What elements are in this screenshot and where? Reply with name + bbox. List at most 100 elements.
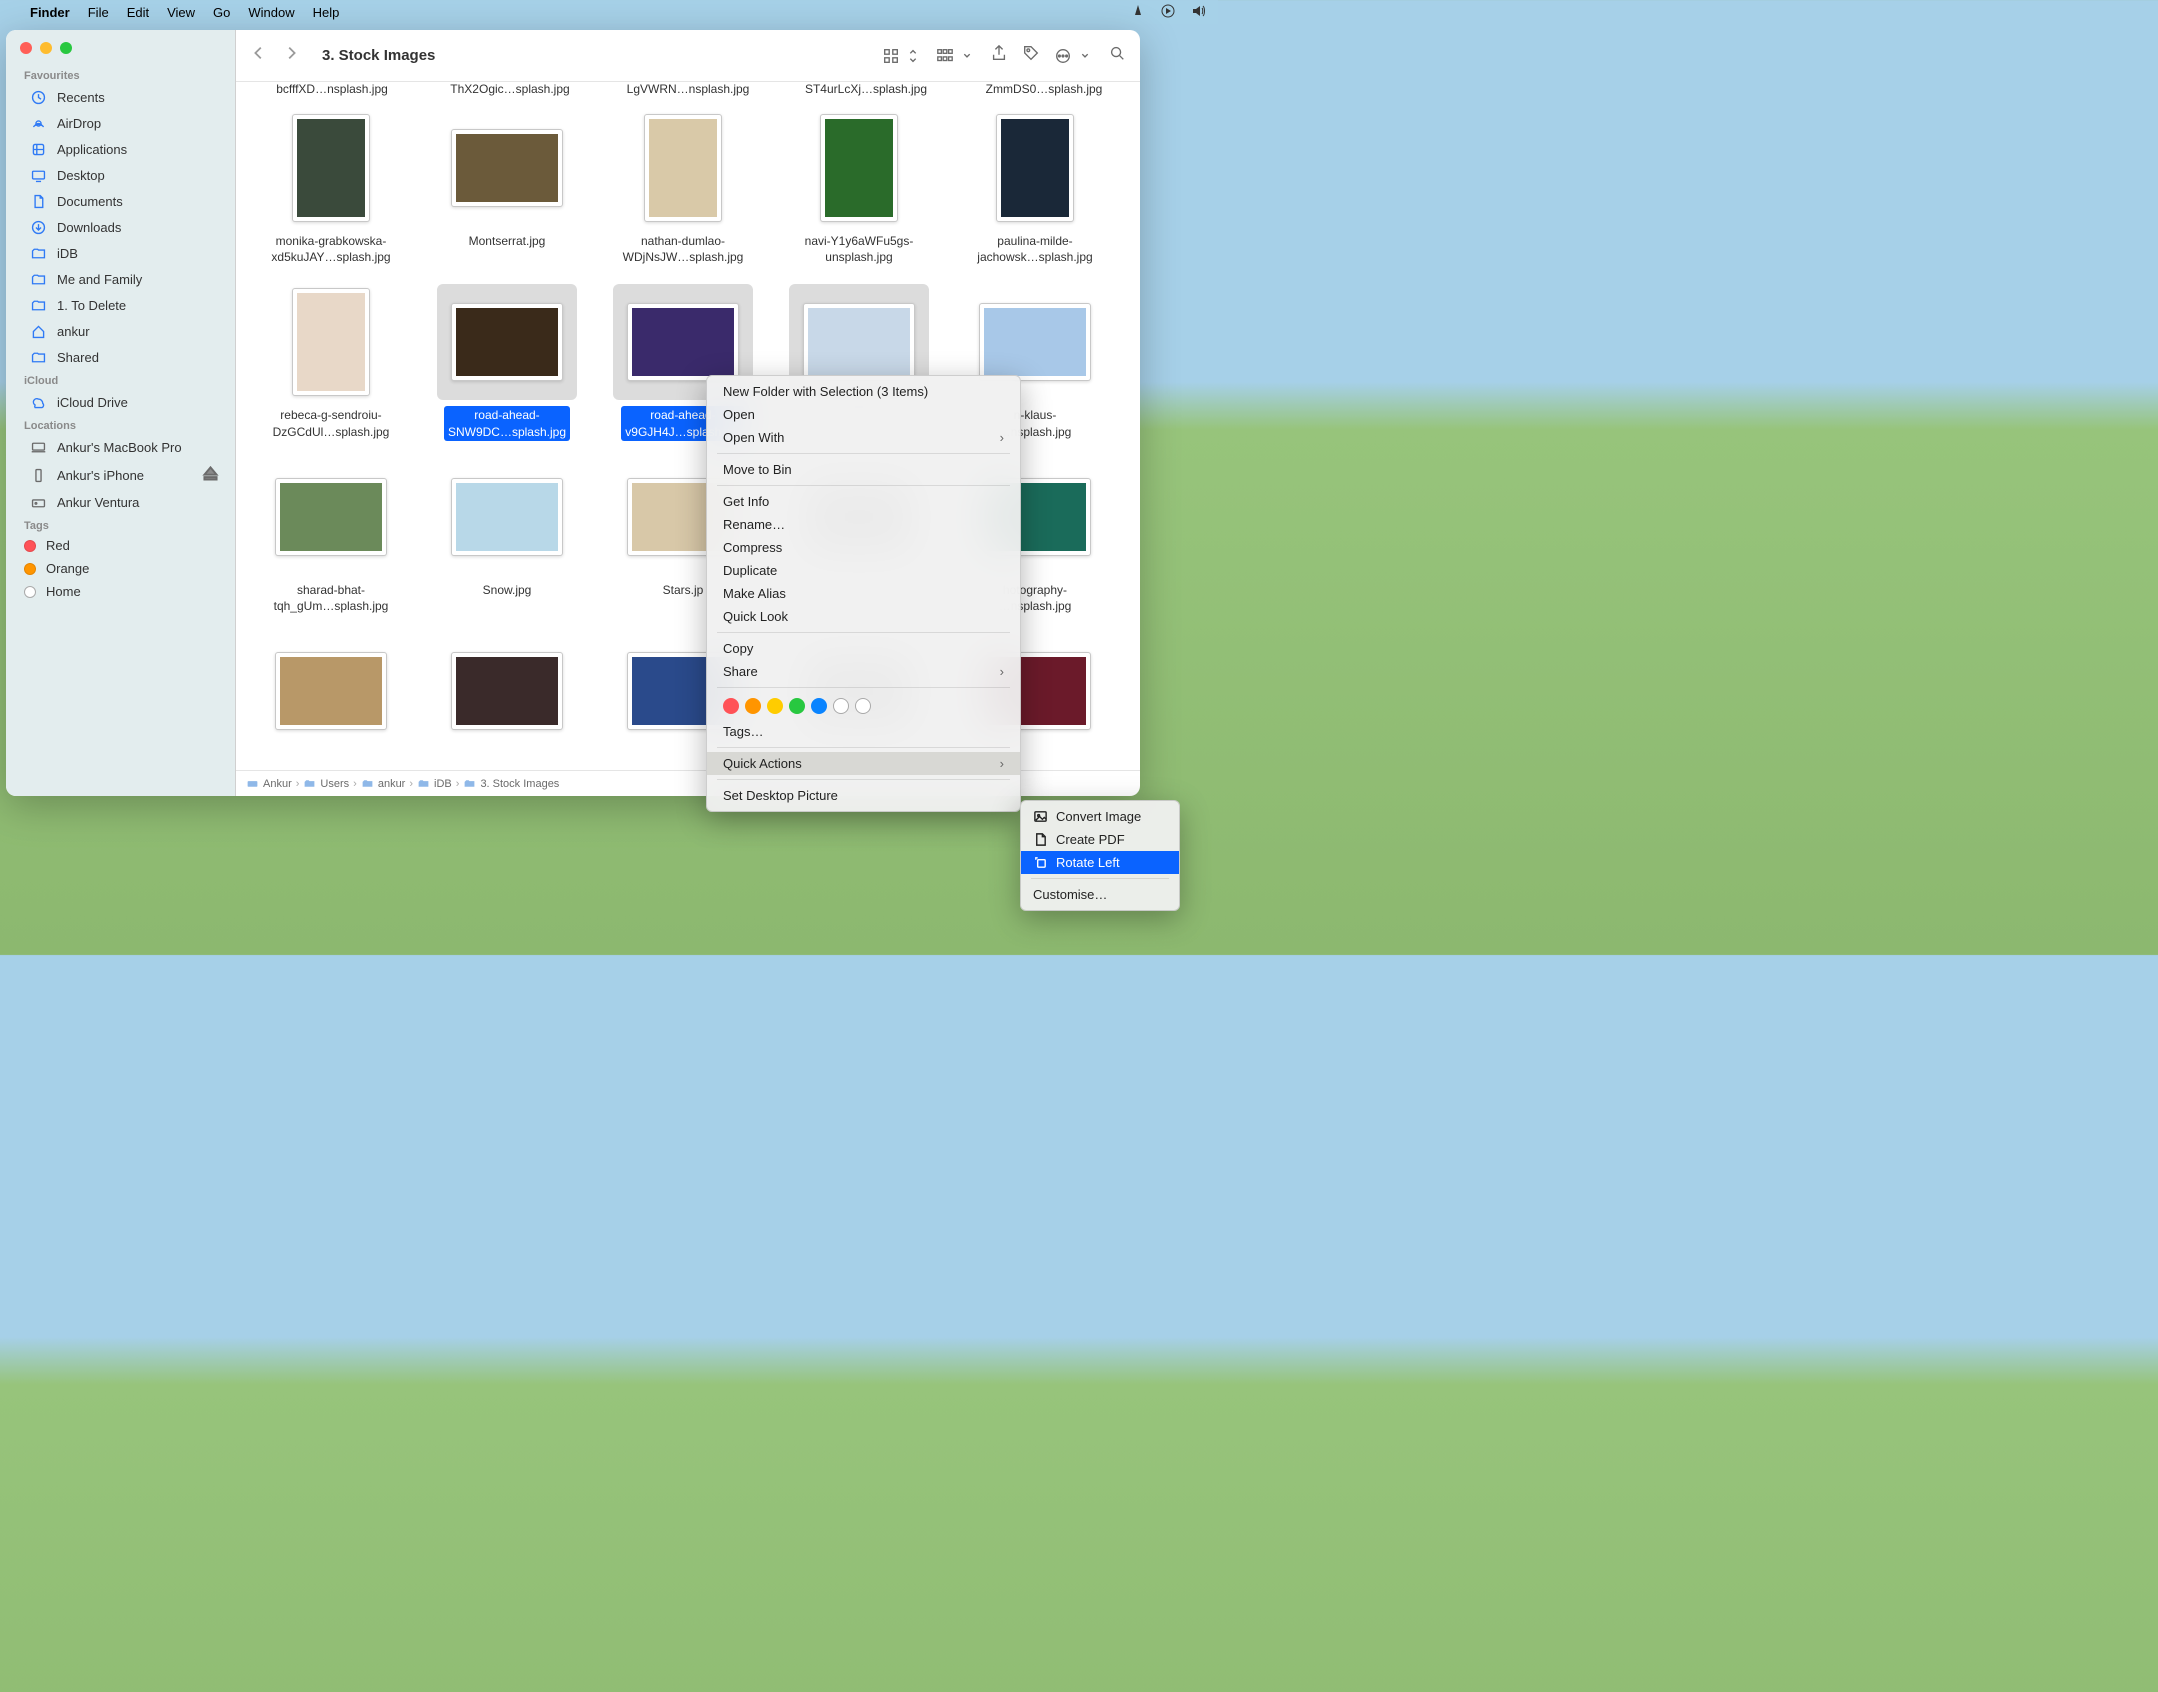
file-label bbox=[679, 755, 687, 757]
sm-rotate-left[interactable]: Rotate Left bbox=[1021, 851, 1179, 874]
sidebar-item-ankur[interactable]: ankur bbox=[12, 319, 229, 344]
separator bbox=[717, 453, 1010, 454]
sidebar-item-desktop[interactable]: Desktop bbox=[12, 163, 229, 188]
tag-color[interactable] bbox=[789, 698, 805, 714]
volume-icon[interactable] bbox=[1190, 3, 1206, 22]
sidebar-item-airdrop[interactable]: AirDrop bbox=[12, 111, 229, 136]
group-by-button[interactable] bbox=[936, 47, 976, 65]
eject-icon[interactable] bbox=[202, 465, 219, 485]
file-item[interactable] bbox=[252, 633, 410, 757]
sidebar-item-icloud-drive[interactable]: iCloud Drive bbox=[12, 390, 229, 415]
cm-compress[interactable]: Compress bbox=[707, 536, 1020, 559]
tag-dot-orange bbox=[24, 563, 36, 575]
separator bbox=[1031, 878, 1169, 879]
file-label: Stars.jp bbox=[659, 581, 708, 599]
sm-customise[interactable]: Customise… bbox=[1021, 883, 1179, 906]
sm-convert-image[interactable]: Convert Image bbox=[1021, 805, 1179, 828]
view-mode-button[interactable] bbox=[882, 47, 922, 65]
sidebar-tag-home[interactable]: Home bbox=[6, 580, 235, 603]
tag-color[interactable] bbox=[833, 698, 849, 714]
tag-color[interactable] bbox=[855, 698, 871, 714]
sidebar-section-favourites: Favourites bbox=[6, 66, 235, 84]
cm-tags[interactable]: Tags… bbox=[707, 720, 1020, 743]
cm-set-desktop[interactable]: Set Desktop Picture bbox=[707, 784, 1020, 807]
separator bbox=[717, 747, 1010, 748]
file-item[interactable]: Snow.jpg bbox=[428, 459, 586, 615]
cm-share[interactable]: Share› bbox=[707, 660, 1020, 683]
tag-dot-home bbox=[24, 586, 36, 598]
sidebar-item-downloads[interactable]: Downloads bbox=[12, 215, 229, 240]
separator bbox=[717, 485, 1010, 486]
minimize-button[interactable] bbox=[40, 42, 52, 54]
search-button[interactable] bbox=[1108, 44, 1126, 67]
cm-quick-actions[interactable]: Quick Actions› bbox=[707, 752, 1020, 775]
sidebar-item-ventura[interactable]: Ankur Ventura bbox=[12, 490, 229, 515]
sm-create-pdf[interactable]: Create PDF bbox=[1021, 828, 1179, 851]
file-item[interactable]: Montserrat.jpg bbox=[428, 110, 586, 266]
sidebar-item-applications[interactable]: Applications bbox=[12, 137, 229, 162]
file-item[interactable]: monika-grabkowska-xd5kuJAY…splash.jpg bbox=[252, 110, 410, 266]
tags-button[interactable] bbox=[1022, 44, 1040, 67]
fullscreen-button[interactable] bbox=[60, 42, 72, 54]
cm-new-folder[interactable]: New Folder with Selection (3 Items) bbox=[707, 380, 1020, 403]
menu-file[interactable]: File bbox=[88, 5, 109, 20]
sidebar-item-documents[interactable]: Documents bbox=[12, 189, 229, 214]
menu-window[interactable]: Window bbox=[248, 5, 294, 20]
file-label: Montserrat.jpg bbox=[465, 232, 550, 250]
tag-color[interactable] bbox=[745, 698, 761, 714]
cm-quick-look[interactable]: Quick Look bbox=[707, 605, 1020, 628]
share-button[interactable] bbox=[990, 44, 1008, 67]
file-label: nathan-dumlao-WDjNsJW…splash.jpg bbox=[619, 232, 748, 266]
sidebar-tag-orange[interactable]: Orange bbox=[6, 557, 235, 580]
cm-make-alias[interactable]: Make Alias bbox=[707, 582, 1020, 605]
file-item[interactable]: sharad-bhat-tqh_gUm…splash.jpg bbox=[252, 459, 410, 615]
sidebar-item-iphone[interactable]: Ankur's iPhone bbox=[12, 461, 229, 489]
tag-color[interactable] bbox=[767, 698, 783, 714]
path-crumb[interactable]: Users bbox=[303, 777, 349, 790]
file-item[interactable]: paulina-milde-jachowsk…splash.jpg bbox=[956, 110, 1114, 266]
cm-get-info[interactable]: Get Info bbox=[707, 490, 1020, 513]
sidebar-item-shared[interactable]: Shared bbox=[12, 345, 229, 370]
path-crumb[interactable]: 3. Stock Images bbox=[463, 777, 559, 790]
sidebar-item-recents[interactable]: Recents bbox=[12, 85, 229, 110]
file-label bbox=[1031, 755, 1039, 757]
menu-edit[interactable]: Edit bbox=[127, 5, 149, 20]
forward-button[interactable] bbox=[282, 44, 300, 67]
cm-duplicate[interactable]: Duplicate bbox=[707, 559, 1020, 582]
file-item[interactable]: navi-Y1y6aWFu5gs-unsplash.jpg bbox=[780, 110, 938, 266]
file-item[interactable] bbox=[428, 633, 586, 757]
window-controls bbox=[6, 42, 235, 66]
cm-copy[interactable]: Copy bbox=[707, 637, 1020, 660]
file-item[interactable]: road-ahead-SNW9DC…splash.jpg bbox=[428, 284, 586, 440]
path-crumb[interactable]: Ankur bbox=[246, 777, 292, 790]
tag-color[interactable] bbox=[723, 698, 739, 714]
sidebar-item-me-and-family[interactable]: Me and Family bbox=[12, 267, 229, 292]
menu-view[interactable]: View bbox=[167, 5, 195, 20]
path-crumb[interactable]: ankur bbox=[361, 777, 406, 790]
playback-icon[interactable] bbox=[1160, 3, 1176, 22]
cm-open[interactable]: Open bbox=[707, 403, 1020, 426]
sidebar-item-idb[interactable]: iDB bbox=[12, 241, 229, 266]
file-item[interactable]: rebeca-g-sendroiu-DzGCdUl…splash.jpg bbox=[252, 284, 410, 440]
close-button[interactable] bbox=[20, 42, 32, 54]
path-crumb[interactable]: iDB bbox=[417, 777, 452, 790]
sidebar-tag-red[interactable]: Red bbox=[6, 534, 235, 557]
quick-actions-submenu: Convert Image Create PDF Rotate Left Cus… bbox=[1020, 800, 1180, 911]
back-button[interactable] bbox=[250, 44, 268, 67]
sidebar-item-to-delete[interactable]: 1. To Delete bbox=[12, 293, 229, 318]
sidebar-section-tags: Tags bbox=[6, 516, 235, 534]
app-name[interactable]: Finder bbox=[30, 5, 70, 20]
menu-go[interactable]: Go bbox=[213, 5, 230, 20]
tag-color[interactable] bbox=[811, 698, 827, 714]
menubar: Finder File Edit View Go Window Help bbox=[0, 0, 1218, 24]
file-label: monika-grabkowska-xd5kuJAY…splash.jpg bbox=[267, 232, 394, 266]
file-item[interactable]: nathan-dumlao-WDjNsJW…splash.jpg bbox=[604, 110, 762, 266]
cm-rename[interactable]: Rename… bbox=[707, 513, 1020, 536]
chevron-right-icon: › bbox=[1000, 664, 1004, 679]
actions-button[interactable] bbox=[1054, 47, 1094, 65]
sidebar-item-macbook[interactable]: Ankur's MacBook Pro bbox=[12, 435, 229, 460]
vlc-icon[interactable] bbox=[1130, 3, 1146, 22]
menu-help[interactable]: Help bbox=[313, 5, 340, 20]
cm-open-with[interactable]: Open With› bbox=[707, 426, 1020, 449]
cm-move-to-bin[interactable]: Move to Bin bbox=[707, 458, 1020, 481]
